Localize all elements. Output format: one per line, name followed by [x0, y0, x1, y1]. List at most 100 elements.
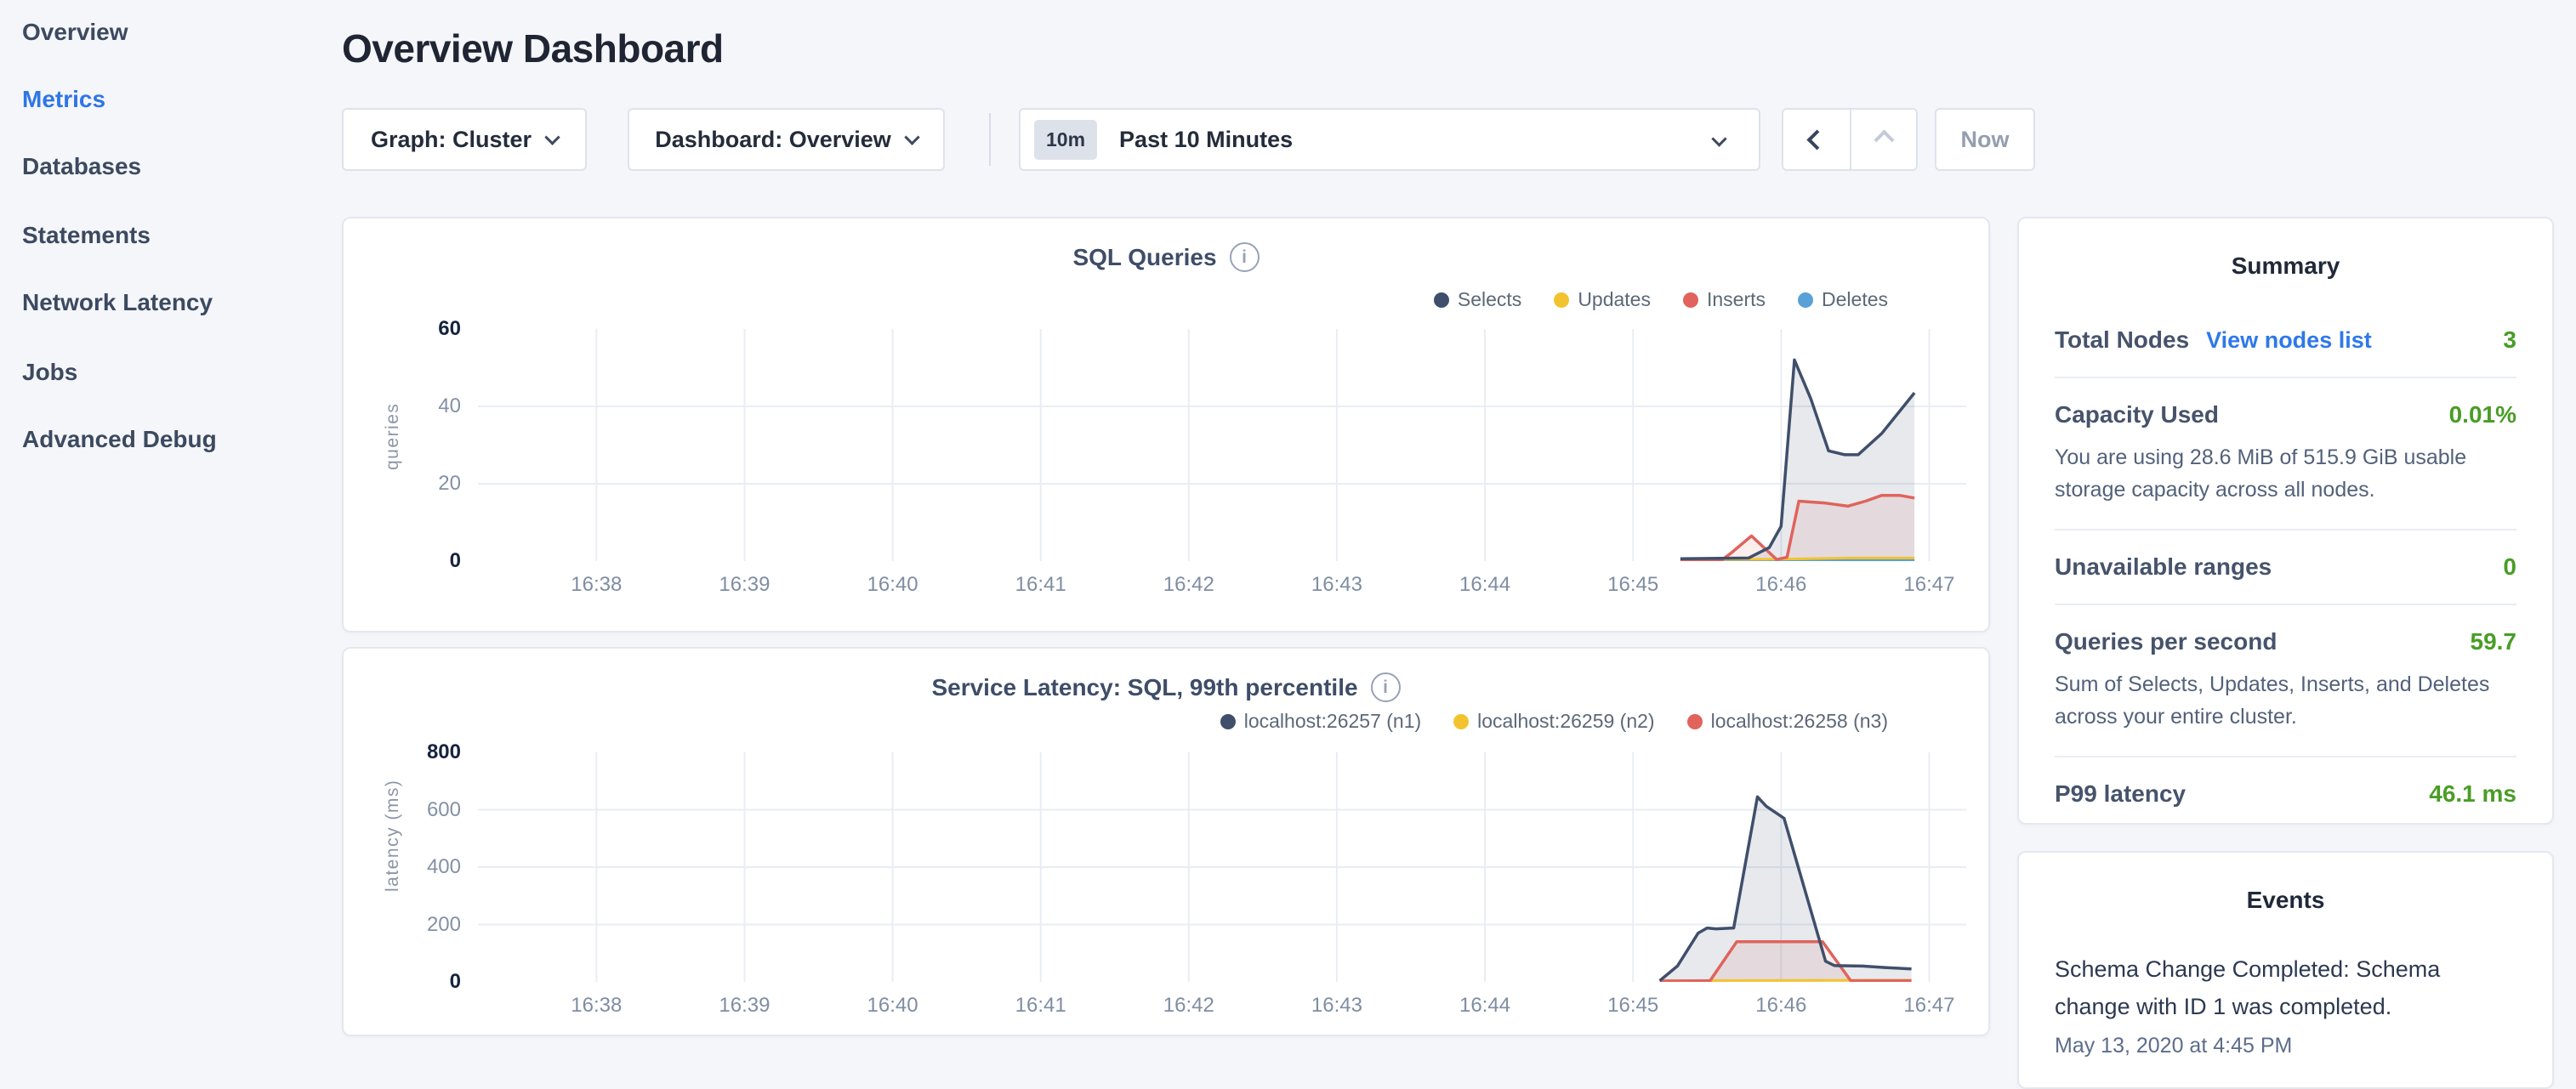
x-tick-label: 16:39 [693, 994, 795, 1018]
event-timestamp: May 13, 2020 at 4:45 PM [2055, 1034, 2516, 1058]
x-tick-label: 16:45 [1582, 994, 1684, 1018]
legend-item-updates[interactable]: Updates [1554, 288, 1651, 311]
legend-item-localhost-26257-n1-[interactable]: localhost:26257 (n1) [1220, 710, 1421, 733]
x-tick-label: 16:46 [1730, 994, 1832, 1018]
dashboard-dropdown[interactable]: Dashboard: Overview [628, 108, 945, 171]
chart-title: SQL Queries [1072, 244, 1216, 271]
legend-label: localhost:26258 (n3) [1711, 710, 1888, 733]
summary-row-capacity-used: Capacity Used 0.01% You are using 28.6 MiB… [2055, 377, 2516, 529]
summary-row-description: Sum of Selects, Updates, Inserts, and De… [2055, 669, 2516, 733]
time-range-picker[interactable]: 10m Past 10 Minutes [1019, 108, 1760, 171]
graph-scope-dropdown[interactable]: Graph: Cluster [342, 108, 587, 171]
y-tick-label: 0 [393, 970, 461, 994]
legend-dot-icon [1687, 714, 1703, 729]
chart-plot-area[interactable] [478, 329, 1966, 561]
legend-label: localhost:26257 (n1) [1244, 710, 1421, 733]
legend-label: Deletes [1822, 288, 1888, 311]
events-title: Events [2019, 887, 2552, 914]
summary-row-value: 59.7 [2471, 628, 2517, 655]
chevron-down-icon [1711, 131, 1726, 146]
info-icon[interactable]: i [1371, 672, 1401, 702]
y-tick-label: 20 [393, 472, 461, 496]
chart-title: Service Latency: SQL, 99th percentile [931, 674, 1357, 701]
graph-scope-dropdown-label: Graph: Cluster [371, 127, 532, 153]
time-range-label: Past 10 Minutes [1119, 127, 1293, 153]
legend-item-deletes[interactable]: Deletes [1798, 288, 1888, 311]
y-tick-label: 800 [393, 740, 461, 764]
summary-row-value: 46.1 ms [2429, 780, 2516, 808]
sidebar-item-advanced-debug[interactable]: Advanced Debug [22, 424, 217, 455]
sidebar-item-databases[interactable]: Databases [22, 151, 141, 182]
legend-label: Selects [1458, 288, 1521, 311]
summary-row-label: Unavailable ranges [2055, 553, 2272, 581]
y-tick-label: 200 [393, 913, 461, 937]
legend-dot-icon [1683, 292, 1698, 308]
now-button-label: Now [1961, 127, 2010, 153]
now-button[interactable]: Now [1935, 108, 2035, 171]
x-tick-label: 16:43 [1286, 573, 1388, 597]
sidebar-item-metrics[interactable]: Metrics [22, 84, 105, 115]
summary-body: Total Nodes View nodes list 3 Capacity Used… [2019, 280, 2552, 831]
summary-row-unavailable-ranges: Unavailable ranges 0 [2055, 529, 2516, 604]
legend-dot-icon [1434, 292, 1449, 308]
next-time-button[interactable] [1850, 110, 1916, 169]
x-tick-label: 16:46 [1730, 573, 1832, 597]
legend-dot-icon [1453, 714, 1469, 729]
summary-row-value: 0.01% [2449, 401, 2516, 428]
y-axis-title: queries [383, 419, 403, 470]
x-tick-label: 16:42 [1138, 573, 1240, 597]
x-tick-label: 16:38 [545, 994, 647, 1018]
x-tick-label: 16:43 [1286, 994, 1388, 1018]
sql-queries-chart-card: SQL Queries i Selects Updates Inserts Delet… [342, 217, 1990, 632]
previous-time-button[interactable] [1783, 110, 1850, 169]
view-nodes-list-link[interactable]: View nodes list [2206, 327, 2372, 354]
x-tick-label: 16:44 [1434, 994, 1536, 1018]
x-tick-label: 16:42 [1138, 994, 1240, 1018]
x-tick-label: 16:41 [990, 573, 1092, 597]
events-body: Schema Change Completed: Schema change w… [2019, 951, 2552, 1058]
y-axis-title: latency (ms) [383, 841, 403, 892]
sidebar-item-network-latency[interactable]: Network Latency [22, 287, 213, 318]
x-tick-label: 16:40 [842, 573, 944, 597]
chart-legend: localhost:26257 (n1) localhost:26259 (n2)… [1220, 710, 1888, 733]
x-tick-label: 16:45 [1582, 573, 1684, 597]
summary-row-description: You are using 28.6 MiB of 515.9 GiB usab… [2055, 442, 2516, 506]
y-tick-label: 600 [393, 798, 461, 822]
info-icon[interactable]: i [1230, 242, 1260, 272]
x-tick-label: 16:41 [990, 994, 1092, 1018]
sidebar-item-jobs[interactable]: Jobs [22, 357, 77, 388]
events-panel: Events Schema Change Completed: Schema c… [2017, 851, 2554, 1089]
sidebar-item-statements[interactable]: Statements [22, 220, 151, 251]
summary-row-label: Queries per second [2055, 628, 2277, 655]
legend-item-inserts[interactable]: Inserts [1683, 288, 1766, 311]
x-tick-label: 16:44 [1434, 573, 1536, 597]
chevron-down-icon [904, 129, 919, 145]
legend-label: localhost:26259 (n2) [1477, 710, 1654, 733]
legend-item-localhost-26258-n3-[interactable]: localhost:26258 (n3) [1687, 710, 1888, 733]
x-tick-label: 16:47 [1878, 994, 1980, 1018]
time-range-badge: 10m [1034, 120, 1097, 160]
summary-row-value: 3 [2503, 326, 2516, 354]
x-tick-label: 16:38 [545, 573, 647, 597]
legend-label: Inserts [1707, 288, 1766, 311]
summary-row-value: 0 [2503, 553, 2516, 581]
chevron-down-icon [544, 129, 560, 145]
summary-row-p99-latency: P99 latency46.1 ms [2055, 756, 2516, 831]
metrics-dashboard-page: Overview Metrics Databases Statements Networ… [0, 0, 2576, 1051]
summary-title: Summary [2019, 252, 2552, 280]
x-tick-label: 16:39 [693, 573, 795, 597]
legend-item-localhost-26259-n2-[interactable]: localhost:26259 (n2) [1453, 710, 1654, 733]
summary-row-label: Total Nodes [2055, 326, 2189, 354]
series-area-selects [1680, 360, 1914, 561]
y-tick-label: 40 [393, 394, 461, 418]
legend-item-selects[interactable]: Selects [1434, 288, 1521, 311]
sidebar-nav: Overview Metrics Databases Statements Networ… [0, 0, 340, 1051]
chart-plot-area[interactable] [478, 752, 1966, 982]
summary-row-queries-per-second: Queries per second 59.7 Sum of Selects, Up… [2055, 604, 2516, 756]
summary-row-label: Capacity Used [2055, 401, 2219, 428]
sidebar-item-overview[interactable]: Overview [22, 17, 128, 48]
chevron-left-icon [1806, 129, 1827, 150]
chart-legend: Selects Updates Inserts Deletes [1434, 288, 1888, 311]
event-message[interactable]: Schema Change Completed: Schema change w… [2055, 951, 2516, 1025]
summary-panel: Summary Total Nodes View nodes list 3 Capac… [2017, 217, 2554, 825]
